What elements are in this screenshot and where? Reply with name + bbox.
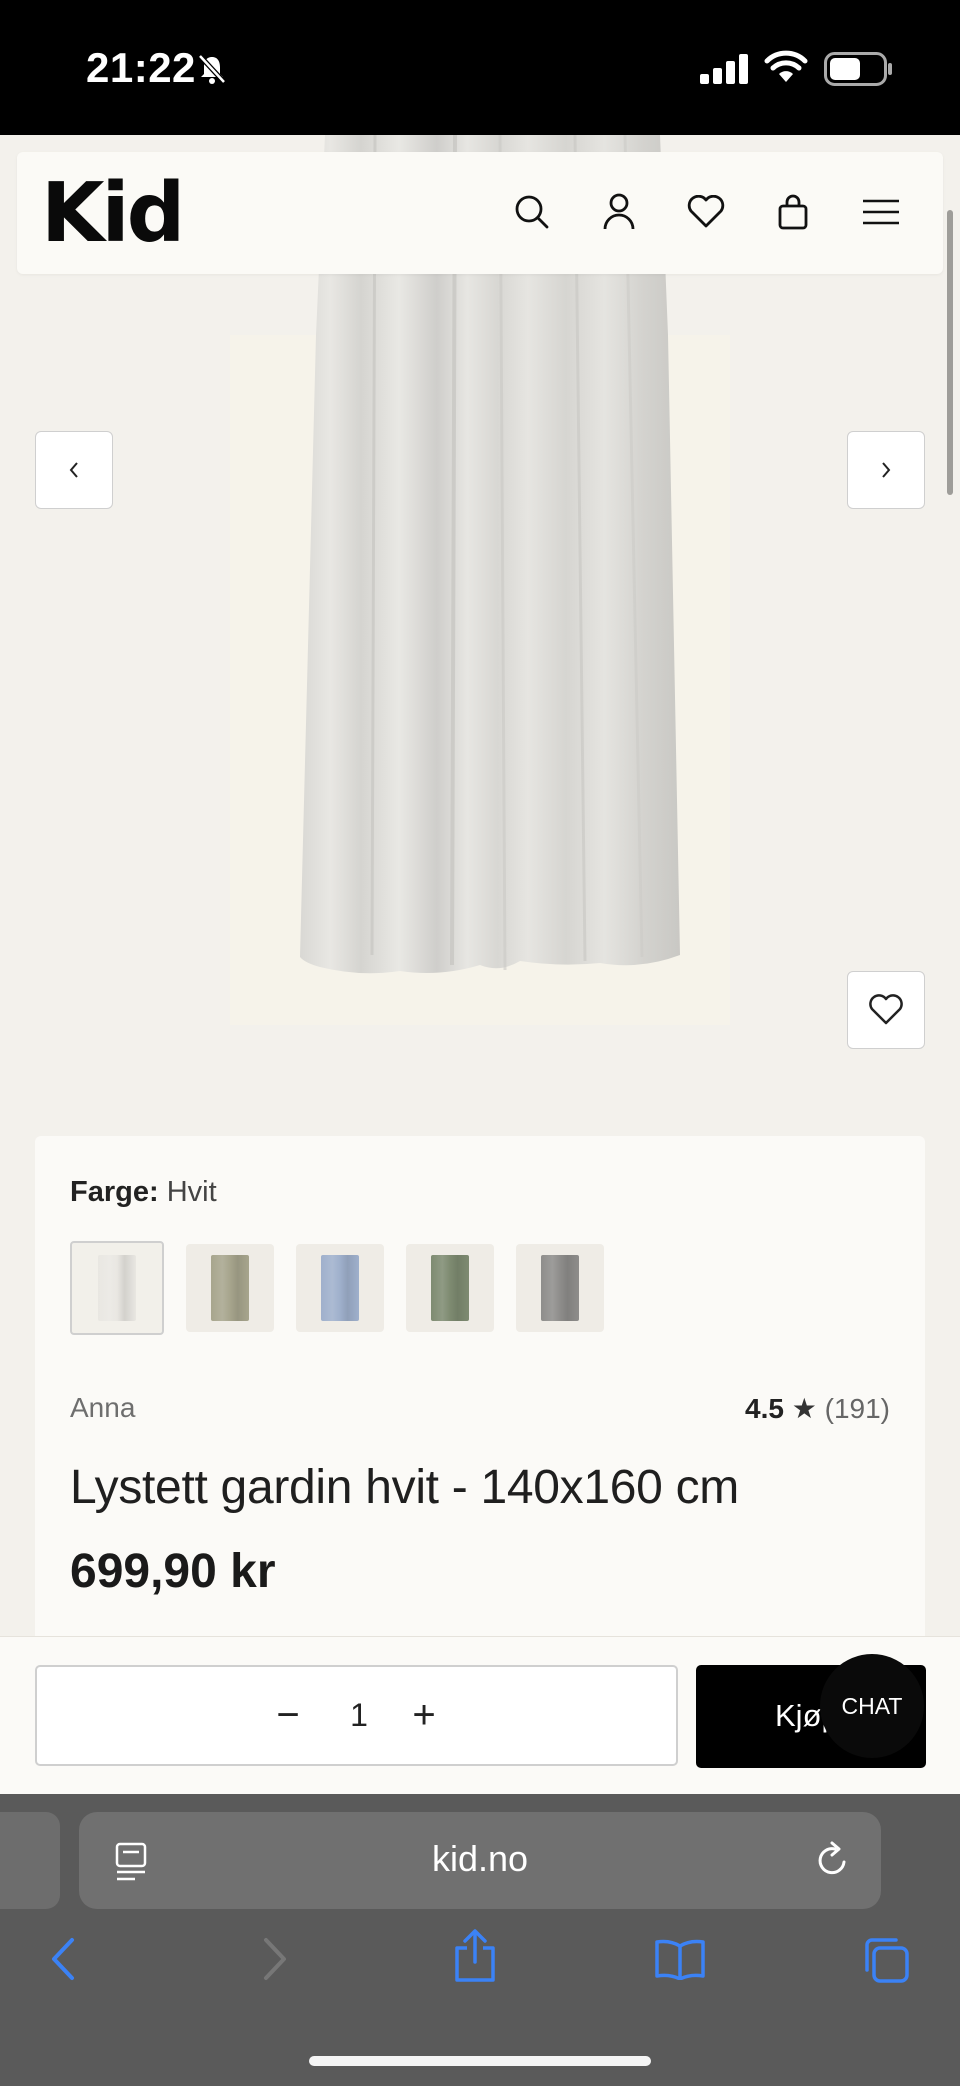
swatch-curtain-thumbnail bbox=[98, 1255, 136, 1321]
reload-icon[interactable] bbox=[813, 1840, 853, 1880]
color-swatch[interactable] bbox=[70, 1241, 164, 1335]
product-price: 699,90 kr bbox=[70, 1545, 276, 1598]
product-info-card: Farge: Hvit Anna 4.5 ★ (191) Lystett gar… bbox=[35, 1136, 925, 1656]
purchase-bar: − 1 + Kjøp bbox=[0, 1636, 960, 1794]
color-label: Farge: bbox=[70, 1176, 159, 1208]
page-scrollbar[interactable] bbox=[947, 210, 953, 495]
chevron-right-icon bbox=[882, 462, 891, 478]
color-swatch[interactable] bbox=[516, 1244, 604, 1332]
user-icon bbox=[603, 193, 635, 230]
site-logo[interactable]: Kid bbox=[41, 166, 185, 261]
product-title: Lystett gardin hvit - 140x160 cm bbox=[70, 1461, 739, 1514]
color-swatch[interactable] bbox=[186, 1244, 274, 1332]
rating-score: 4.5 bbox=[745, 1393, 784, 1424]
account-button[interactable] bbox=[595, 188, 643, 236]
wifi-icon bbox=[764, 50, 808, 82]
silent-bell-icon bbox=[198, 54, 226, 84]
curtain-product-image bbox=[300, 135, 680, 974]
decrease-quantity-button[interactable]: − bbox=[263, 1692, 313, 1742]
url-text: kid.no bbox=[431, 1838, 529, 1879]
gallery-next-button[interactable] bbox=[847, 431, 925, 509]
product-image-gallery[interactable] bbox=[0, 135, 960, 1120]
address-bar[interactable]: kid.no bbox=[79, 1812, 881, 1909]
swatch-curtain-thumbnail bbox=[321, 1255, 359, 1321]
product-rating[interactable]: 4.5 ★ (191) bbox=[745, 1392, 890, 1425]
home-indicator[interactable] bbox=[309, 2056, 651, 2066]
search-icon bbox=[515, 195, 549, 229]
tabs-icon[interactable] bbox=[862, 1936, 910, 1984]
share-icon[interactable] bbox=[452, 1928, 498, 1984]
heart-icon bbox=[869, 994, 903, 1025]
increase-quantity-button[interactable]: + bbox=[399, 1692, 449, 1742]
battery-icon bbox=[824, 52, 892, 86]
browser-toolbar: kid.no bbox=[0, 1794, 960, 2086]
hamburger-menu-icon bbox=[863, 199, 899, 225]
bookmarks-icon[interactable] bbox=[654, 1938, 706, 1980]
color-swatch[interactable] bbox=[406, 1244, 494, 1332]
product-brand[interactable]: Anna bbox=[70, 1392, 135, 1424]
heart-icon bbox=[687, 195, 725, 228]
cellular-signal-icon bbox=[700, 54, 748, 84]
color-swatches bbox=[70, 1241, 604, 1335]
swatch-curtain-thumbnail bbox=[541, 1255, 579, 1321]
rating-count: (191) bbox=[824, 1393, 890, 1424]
add-to-wishlist-button[interactable] bbox=[847, 971, 925, 1049]
gallery-prev-button[interactable] bbox=[35, 431, 113, 509]
color-value: Hvit bbox=[166, 1176, 217, 1208]
swatch-curtain-thumbnail bbox=[431, 1255, 469, 1321]
color-selection-label: Farge: Hvit bbox=[70, 1176, 217, 1209]
previous-tab-preview[interactable] bbox=[0, 1812, 60, 1909]
shopping-bag-icon bbox=[778, 194, 808, 230]
status-time: 21:22 bbox=[86, 44, 196, 91]
chevron-left-icon bbox=[69, 462, 78, 478]
search-button[interactable] bbox=[508, 188, 556, 236]
forward-arrow-icon[interactable] bbox=[258, 1934, 292, 1984]
color-swatch[interactable] bbox=[296, 1244, 384, 1332]
back-arrow-icon[interactable] bbox=[46, 1934, 80, 1984]
swatch-curtain-thumbnail bbox=[211, 1255, 249, 1321]
menu-button[interactable] bbox=[857, 188, 905, 236]
quantity-value: 1 bbox=[350, 1697, 368, 1733]
quantity-stepper: − 1 + bbox=[35, 1665, 678, 1766]
cart-button[interactable] bbox=[769, 188, 817, 236]
chat-button[interactable]: CHAT bbox=[820, 1654, 924, 1758]
wishlist-button[interactable] bbox=[682, 188, 730, 236]
rating-star-icon: ★ bbox=[791, 1393, 817, 1424]
status-bar: 21:22 bbox=[0, 0, 960, 135]
site-header: Kid bbox=[17, 152, 943, 274]
